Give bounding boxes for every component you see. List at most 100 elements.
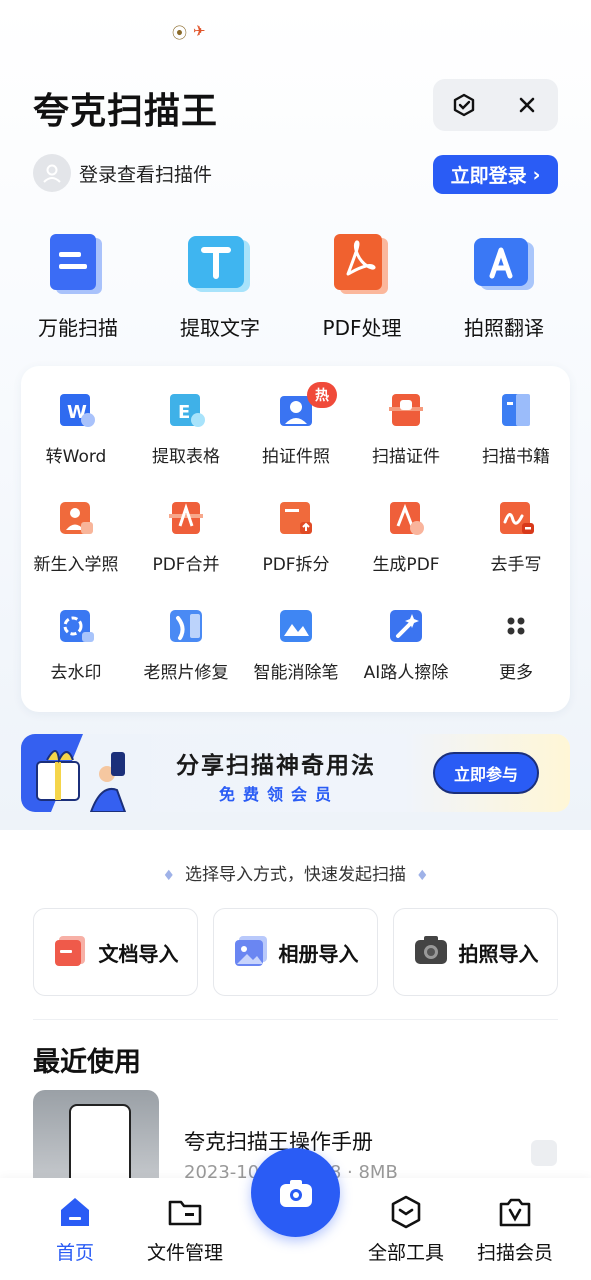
- tab-home[interactable]: 首页: [20, 1194, 130, 1265]
- book-icon: [496, 390, 536, 430]
- tool-scan-id[interactable]: 扫描证件: [351, 390, 461, 467]
- tool-label: PDF合并: [152, 555, 220, 575]
- tab-label: 扫描会员: [476, 1242, 553, 1264]
- tool-scan-book[interactable]: 扫描书籍: [461, 390, 571, 467]
- quick-action-label: 万能扫描: [38, 316, 118, 340]
- login-prompt-text[interactable]: 登录查看扫描件: [79, 160, 212, 187]
- diamond-icon: ♦: [162, 868, 175, 884]
- tool-photo-restore[interactable]: 老照片修复: [131, 606, 241, 683]
- banner-subtitle: 免费领会员: [219, 785, 340, 804]
- id-card-icon: [386, 390, 426, 430]
- document-import-icon: [53, 932, 89, 972]
- import-hint-text: 选择导入方式，快速发起扫描: [185, 865, 406, 885]
- word-icon: W: [56, 390, 96, 430]
- eraser-pen-icon: [276, 606, 316, 646]
- camera-import-button[interactable]: 拍照导入: [393, 908, 558, 996]
- gift-illustration: [21, 734, 151, 812]
- header-actions: [433, 79, 558, 131]
- pdf-split-icon: [276, 498, 316, 538]
- tool-label: 去手写: [490, 555, 542, 575]
- camera-import-icon: [413, 932, 449, 972]
- tool-student-photo[interactable]: 新生入学照: [21, 498, 131, 575]
- file-select-checkbox[interactable]: [531, 1140, 557, 1166]
- tab-scan-vip[interactable]: 扫描会员: [460, 1194, 570, 1265]
- app-title: 夸克扫描王: [33, 91, 219, 132]
- quick-action-universal-scan[interactable]: 万能扫描: [7, 228, 149, 341]
- pdf-merge-icon: [166, 498, 206, 538]
- promo-banner[interactable]: 分享扫描神奇用法 免费领会员 立即参与: [21, 734, 570, 812]
- svg-text:E: E: [178, 402, 190, 423]
- tab-label: 文件管理: [146, 1242, 223, 1264]
- status-bar: ⦿ ✈: [172, 22, 206, 43]
- section-divider: [33, 1019, 558, 1020]
- close-icon[interactable]: [509, 87, 545, 123]
- camera-scan-button[interactable]: [251, 1148, 340, 1237]
- tool-label: 生成PDF: [372, 555, 440, 575]
- tool-smart-eraser[interactable]: 智能消除笔: [241, 606, 351, 683]
- more-icon: [496, 606, 536, 646]
- text-extract-icon: [184, 228, 256, 300]
- tool-to-word[interactable]: W 转Word: [21, 390, 131, 467]
- tool-id-photo[interactable]: 热 拍证件照: [241, 382, 351, 467]
- tool-pdf-split[interactable]: PDF拆分: [241, 498, 351, 575]
- tool-label: 新生入学照: [33, 555, 119, 575]
- vip-icon: [499, 1198, 531, 1227]
- quick-action-pdf[interactable]: PDF处理: [291, 228, 433, 341]
- tool-label: 智能消除笔: [253, 663, 339, 683]
- banner-join-button[interactable]: 立即参与: [433, 752, 539, 794]
- hexagon-check-icon[interactable]: [446, 87, 482, 123]
- quick-action-label: 拍照翻译: [464, 316, 544, 340]
- quick-action-label: 提取文字: [180, 316, 260, 340]
- tool-label: 提取表格: [152, 447, 220, 467]
- remove-handwriting-icon: [496, 498, 536, 538]
- quick-action-photo-translate[interactable]: 拍照翻译: [433, 228, 575, 341]
- login-button-label: 立即登录: [450, 165, 527, 187]
- tool-remove-handwriting[interactable]: 去手写: [461, 498, 571, 575]
- translate-icon: [468, 228, 540, 300]
- tools-icon: [391, 1195, 421, 1229]
- tool-label: PDF拆分: [262, 555, 330, 575]
- tab-file-manager[interactable]: 文件管理: [130, 1194, 240, 1265]
- tool-pdf-merge[interactable]: PDF合并: [131, 498, 241, 575]
- hot-badge: 热: [307, 382, 337, 408]
- tab-label: 首页: [55, 1242, 94, 1264]
- run-status-icon: ✈: [193, 22, 206, 40]
- import-option-label: 文档导入: [98, 941, 179, 966]
- import-option-label: 拍照导入: [458, 941, 539, 966]
- recent-section-title: 最近使用: [33, 1047, 141, 1078]
- tool-ai-erase[interactable]: AI路人擦除: [351, 606, 461, 683]
- tool-extract-table[interactable]: E 提取表格: [131, 390, 241, 467]
- tool-label: 去水印: [50, 663, 102, 683]
- tool-label: 拍证件照: [262, 447, 330, 467]
- import-options: 文档导入 相册导入 拍照导入: [33, 908, 558, 996]
- student-photo-icon: [56, 498, 96, 538]
- tool-remove-watermark[interactable]: 去水印: [21, 606, 131, 683]
- quick-action-extract-text[interactable]: 提取文字: [149, 228, 291, 341]
- login-button[interactable]: 立即登录 ›: [433, 155, 558, 194]
- camera-icon: [279, 1179, 312, 1207]
- avatar[interactable]: [33, 154, 71, 192]
- tool-label: 转Word: [45, 447, 107, 467]
- tool-more[interactable]: 更多: [461, 606, 571, 683]
- pdf-icon: [326, 228, 398, 300]
- file-thumbnail: [33, 1090, 159, 1190]
- tools-grid: W 转Word E 提取表格 热 拍证件照 扫描证件 扫描书籍 新生入学照 PD…: [21, 382, 571, 683]
- quick-action-label: PDF处理: [322, 316, 402, 340]
- import-option-label: 相册导入: [278, 941, 359, 966]
- document-import-button[interactable]: 文档导入: [33, 908, 198, 996]
- tab-all-tools[interactable]: 全部工具: [351, 1194, 461, 1265]
- album-import-button[interactable]: 相册导入: [213, 908, 378, 996]
- sync-status-icon: ⦿: [172, 24, 188, 42]
- ai-erase-icon: [386, 606, 426, 646]
- chevron-right-icon: ›: [532, 163, 541, 186]
- home-icon: [61, 1198, 89, 1226]
- folder-icon: [168, 1200, 202, 1226]
- tool-label: AI路人擦除: [363, 663, 449, 683]
- login-prompt-row: 登录查看扫描件: [33, 154, 212, 192]
- doc-scan-icon: [42, 228, 114, 300]
- album-import-icon: [233, 932, 269, 972]
- photo-restore-icon: [166, 606, 206, 646]
- tool-create-pdf[interactable]: 生成PDF: [351, 498, 461, 575]
- excel-icon: E: [166, 390, 206, 430]
- tools-card: W 转Word E 提取表格 热 拍证件照 扫描证件 扫描书籍 新生入学照 PD…: [21, 366, 570, 712]
